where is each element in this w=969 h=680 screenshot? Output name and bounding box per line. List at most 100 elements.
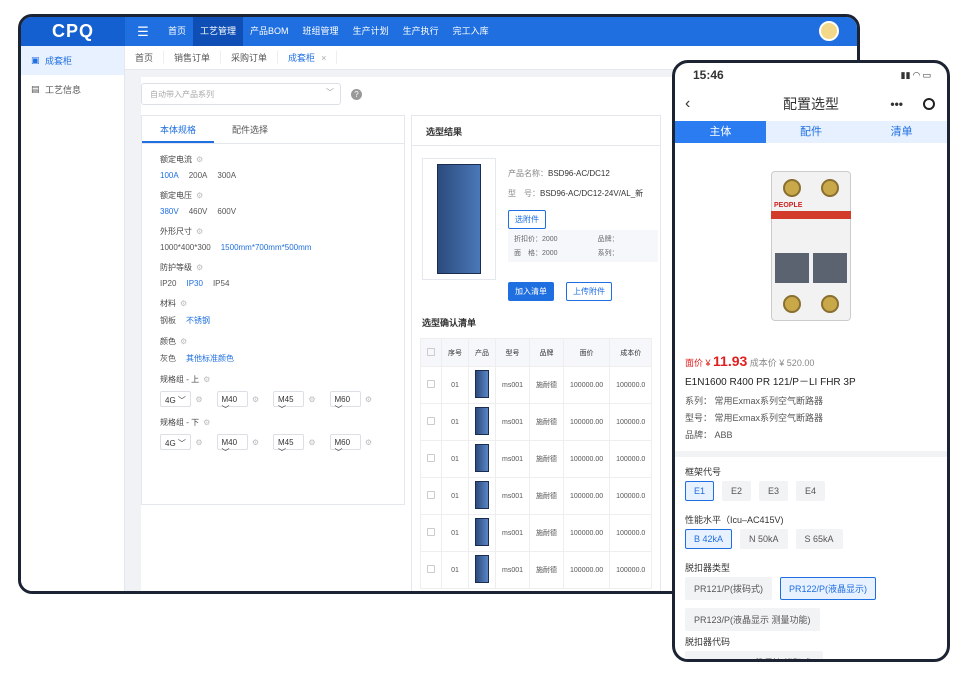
table-row[interactable]: 01 ms001 施耐德 100000.00 100000.0 bbox=[420, 440, 653, 478]
option[interactable]: 1500mm*700mm*500mm bbox=[221, 243, 312, 252]
spec-tab[interactable]: 本体规格 bbox=[142, 116, 215, 143]
option[interactable]: 钢板 bbox=[160, 315, 176, 326]
size-row: 4G ﹀ ⚙ M40 ﹀ ⚙ M45 ﹀ ⚙ M60 ﹀ ⚙ bbox=[160, 434, 386, 457]
nav-item[interactable]: 完工入库 bbox=[446, 17, 496, 46]
gear-icon[interactable]: ⚙ bbox=[252, 395, 259, 404]
row-checkbox[interactable] bbox=[420, 366, 442, 404]
size-select[interactable]: 4G ﹀ bbox=[160, 391, 192, 407]
option[interactable]: 200A bbox=[189, 171, 208, 180]
product-series-select[interactable]: 自动带入产品系列 ﹀ bbox=[141, 83, 341, 105]
cabinet-thumb bbox=[475, 444, 489, 472]
option[interactable]: IP54 bbox=[213, 279, 229, 288]
row-checkbox[interactable] bbox=[420, 514, 442, 552]
option[interactable]: 300A bbox=[217, 171, 236, 180]
chip[interactable]: N 50kA bbox=[740, 529, 788, 549]
option[interactable]: 其他标准颜色 bbox=[186, 353, 234, 364]
option[interactable]: 100A bbox=[160, 171, 179, 180]
spec-tab[interactable]: 配件选择 bbox=[214, 116, 286, 143]
avatar[interactable] bbox=[819, 21, 839, 41]
size-select[interactable]: 4G ﹀ bbox=[160, 434, 192, 450]
help-icon[interactable]: ? bbox=[351, 89, 362, 100]
row-checkbox[interactable] bbox=[420, 440, 442, 478]
table-row[interactable]: 01 ms001 施耐德 100000.00 100000.0 bbox=[420, 477, 653, 515]
step-tab[interactable]: 配件 bbox=[766, 121, 857, 143]
size-select[interactable]: M40 ﹀ bbox=[216, 391, 248, 414]
checkbox[interactable] bbox=[427, 347, 435, 356]
close-icon[interactable]: × bbox=[321, 53, 326, 63]
option-section-title: 脱扣器代码 bbox=[685, 637, 731, 647]
option[interactable]: 灰色 bbox=[160, 353, 176, 364]
spec-panel: 本体规格 配件选择 额定电流 ⚙ 100A 200A 300A 额定电压 ⚙ 380V 460V 6… bbox=[141, 115, 405, 505]
step-tab[interactable]: 主体 bbox=[675, 121, 766, 143]
tab[interactable]: 销售订单 bbox=[164, 51, 222, 64]
phone-header: ‹ 配置选型 ••• bbox=[675, 87, 947, 121]
header-checkbox[interactable] bbox=[420, 338, 442, 367]
option[interactable]: 600V bbox=[217, 207, 236, 216]
nav-item[interactable]: 生产计划 bbox=[346, 17, 396, 46]
chip[interactable]: B 42kA bbox=[685, 529, 733, 549]
select-accessory-button[interactable]: 选附件 bbox=[508, 210, 546, 229]
table-row[interactable]: 01 ms001 施耐德 100000.00 100000.0 bbox=[420, 551, 653, 589]
table-row[interactable]: 01 ms001 施耐德 100000.00 100000.0 bbox=[420, 514, 653, 552]
option[interactable]: 380V bbox=[160, 207, 179, 216]
checkbox[interactable] bbox=[427, 454, 435, 462]
checkbox[interactable] bbox=[427, 417, 435, 425]
checkbox[interactable] bbox=[427, 380, 435, 388]
chip[interactable]: E4 bbox=[796, 481, 826, 501]
nav-item[interactable]: 首页 bbox=[161, 17, 193, 46]
gear-icon[interactable]: ⚙ bbox=[365, 438, 372, 447]
table-row[interactable]: 01 ms001 施耐德 100000.00 100000.0 bbox=[420, 366, 653, 404]
chip[interactable]: PR122/P(液晶显示) bbox=[780, 577, 877, 600]
target-icon[interactable] bbox=[923, 98, 935, 110]
chip[interactable]: PR121/P–LI(二段保护 拨码式) bbox=[685, 651, 824, 659]
discount-value: 2000 bbox=[542, 236, 558, 243]
menu-toggle-icon[interactable]: ☰ bbox=[125, 24, 161, 40]
sidebar-item[interactable]: ▣ 成套柜 bbox=[21, 46, 124, 75]
row-checkbox[interactable] bbox=[420, 477, 442, 515]
option[interactable]: IP30 bbox=[186, 279, 202, 288]
table-row[interactable]: 01 ms001 施耐德 100000.00 100000.0 bbox=[420, 403, 653, 441]
checkbox[interactable] bbox=[427, 491, 435, 499]
option[interactable]: 460V bbox=[189, 207, 208, 216]
step-tab[interactable]: 清单 bbox=[856, 121, 947, 143]
gear-icon[interactable]: ⚙ bbox=[308, 438, 315, 447]
gear-icon[interactable]: ⚙ bbox=[195, 438, 202, 447]
checkbox[interactable] bbox=[427, 528, 435, 536]
option[interactable]: 1000*400*300 bbox=[160, 243, 211, 252]
tab[interactable]: 采购订单 bbox=[221, 51, 279, 64]
chip[interactable]: E2 bbox=[722, 481, 752, 501]
row-cost: 100000.0 bbox=[609, 440, 653, 478]
tab[interactable]: 首页 bbox=[125, 51, 165, 64]
nav-item[interactable]: 生产执行 bbox=[396, 17, 446, 46]
chip[interactable]: E3 bbox=[759, 481, 789, 501]
row-checkbox[interactable] bbox=[420, 403, 442, 441]
chip[interactable]: PR123/P(液晶显示 测量功能) bbox=[685, 608, 820, 631]
chip[interactable]: E1 bbox=[685, 481, 715, 501]
nav-item[interactable]: 工艺管理 bbox=[193, 17, 244, 46]
option[interactable]: IP20 bbox=[160, 279, 176, 288]
gear-icon[interactable]: ⚙ bbox=[195, 395, 202, 404]
chip[interactable]: PR121/P(拨码式) bbox=[685, 577, 773, 600]
row-checkbox[interactable] bbox=[420, 551, 442, 589]
tab[interactable]: 成套柜 × bbox=[278, 51, 338, 64]
gear-icon[interactable]: ⚙ bbox=[365, 395, 372, 404]
size-select[interactable]: M60 ﹀ bbox=[329, 391, 361, 414]
size-select[interactable]: M45 ﹀ bbox=[273, 391, 305, 414]
nav-item[interactable]: 产品BOM bbox=[243, 17, 296, 46]
size-select[interactable]: M45 ﹀ bbox=[273, 434, 305, 457]
sidebar-item[interactable]: ▤ 工艺信息 bbox=[21, 75, 124, 104]
option[interactable]: 不锈钢 bbox=[186, 315, 210, 326]
group-title: 规格组 - 上 ⚙ bbox=[160, 375, 211, 384]
more-icon[interactable]: ••• bbox=[890, 97, 903, 111]
upload-attachment-button[interactable]: 上传附件 bbox=[566, 282, 612, 301]
size-select[interactable]: M40 ﹀ bbox=[216, 434, 248, 457]
nav-item[interactable]: 班组管理 bbox=[296, 17, 346, 46]
gear-icon[interactable]: ⚙ bbox=[252, 438, 259, 447]
back-icon[interactable]: ‹ bbox=[685, 95, 690, 113]
size-select[interactable]: M60 ﹀ bbox=[329, 434, 361, 457]
gear-icon[interactable]: ⚙ bbox=[308, 395, 315, 404]
checkbox[interactable] bbox=[427, 565, 435, 573]
row-model: ms001 bbox=[494, 440, 531, 478]
chip[interactable]: S 65kA bbox=[795, 529, 843, 549]
add-to-list-button[interactable]: 加入清单 bbox=[508, 282, 554, 301]
